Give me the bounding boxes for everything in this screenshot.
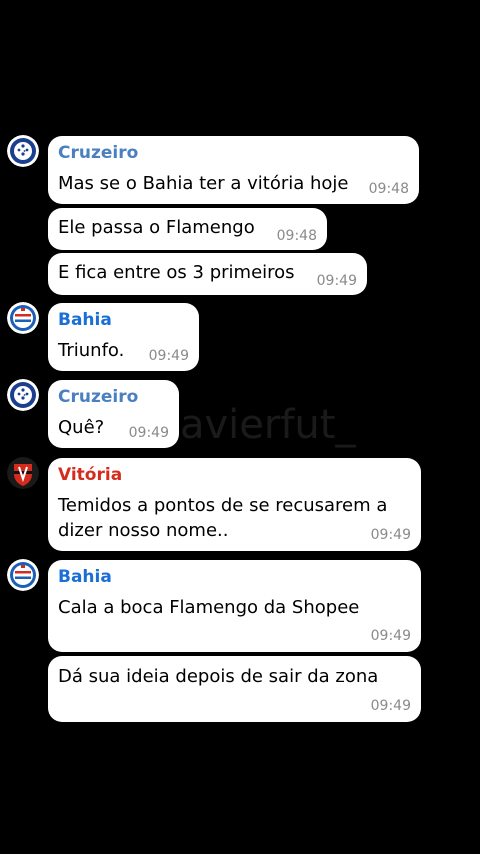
message-bubble[interactable]: Cruzeiro Mas se o Bahia ter a vitória ho… xyxy=(48,136,419,204)
sender-name: Bahia xyxy=(58,567,112,587)
message-text: Cala a boca Flamengo da Shopee xyxy=(58,597,360,618)
message-text: Dá sua ideia depois de sair da zona xyxy=(58,666,379,687)
message-time: 09:48 xyxy=(368,181,409,197)
message-time: 09:48 xyxy=(276,228,317,244)
message-time: 09:49 xyxy=(316,273,357,289)
message-time: 09:49 xyxy=(128,425,169,441)
message-text: Mas se o Bahia ter a vitória hoje xyxy=(58,173,349,194)
avatar-cruzeiro[interactable] xyxy=(7,379,39,411)
message-time: 09:49 xyxy=(370,527,411,543)
message-time: 09:49 xyxy=(370,698,411,714)
message-time: 09:49 xyxy=(148,348,189,364)
avatar-bahia[interactable] xyxy=(7,302,39,334)
vitoria-crest-icon xyxy=(7,457,39,489)
message-bubble[interactable]: Bahia Triunfo. 09:49 xyxy=(48,303,199,371)
message-text: Triunfo. xyxy=(58,340,125,361)
message-bubble[interactable]: E fica entre os 3 primeiros 09:49 xyxy=(48,253,367,295)
watermark: avierfut_ xyxy=(180,402,356,448)
sender-name: Cruzeiro xyxy=(58,387,139,407)
sender-name: Bahia xyxy=(58,310,112,330)
bahia-crest-icon xyxy=(7,559,39,591)
message-text-line-2: dizer nosso nome.. xyxy=(58,520,229,541)
avatar-bahia[interactable] xyxy=(7,559,39,591)
sender-name: Cruzeiro xyxy=(58,143,139,163)
message-text: E fica entre os 3 primeiros xyxy=(58,262,295,283)
bahia-crest-icon xyxy=(7,302,39,334)
cruzeiro-crest-icon xyxy=(7,135,39,167)
message-text: Ele passa o Flamengo xyxy=(58,217,255,238)
avatar-cruzeiro[interactable] xyxy=(7,135,39,167)
message-text-line-1: Temidos a pontos de se recusarem a xyxy=(58,495,388,516)
message-bubble[interactable]: Dá sua ideia depois de sair da zona 09:4… xyxy=(48,656,421,722)
cruzeiro-crest-icon xyxy=(7,379,39,411)
message-time: 09:49 xyxy=(370,628,411,644)
message-text: Quê? xyxy=(58,417,105,438)
message-bubble[interactable]: Vitória Temidos a pontos de se recusarem… xyxy=(48,458,421,551)
message-bubble[interactable]: Ele passa o Flamengo 09:48 xyxy=(48,208,327,250)
message-bubble[interactable]: Cruzeiro Quê? 09:49 xyxy=(48,380,179,448)
avatar-vitoria[interactable] xyxy=(7,457,39,489)
message-bubble[interactable]: Bahia Cala a boca Flamengo da Shopee 09:… xyxy=(48,560,421,652)
sender-name: Vitória xyxy=(58,465,123,485)
